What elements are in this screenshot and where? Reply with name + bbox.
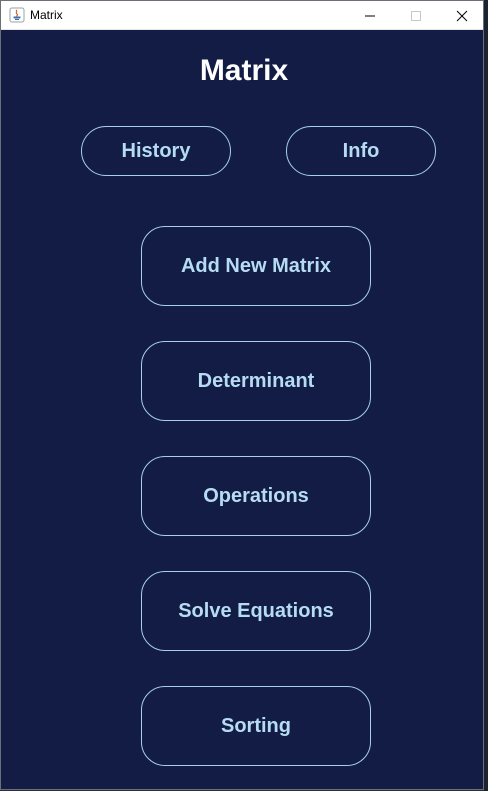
solve-equations-button[interactable]: Solve Equations	[141, 571, 371, 651]
determinant-button[interactable]: Determinant	[141, 341, 371, 421]
close-icon	[456, 10, 468, 21]
maximize-button[interactable]	[393, 1, 439, 30]
minimize-icon	[365, 15, 375, 16]
history-button[interactable]: History	[81, 126, 231, 176]
operations-button[interactable]: Operations	[141, 456, 371, 536]
info-button[interactable]: Info	[286, 126, 436, 176]
title-bar[interactable]: Matrix	[1, 1, 483, 30]
app-window: Matrix Matrix History Info Add New Matri…	[0, 0, 484, 790]
add-new-matrix-button[interactable]: Add New Matrix	[141, 226, 371, 306]
java-app-icon	[9, 7, 25, 23]
main-panel: Matrix History Info Add New Matrix Deter…	[1, 30, 483, 789]
sorting-button[interactable]: Sorting	[141, 686, 371, 766]
page-title: Matrix	[199, 54, 289, 87]
close-button[interactable]	[439, 1, 483, 30]
background-edge	[484, 0, 488, 791]
minimize-button[interactable]	[347, 1, 393, 30]
maximize-icon	[411, 10, 421, 21]
window-title: Matrix	[30, 8, 63, 22]
